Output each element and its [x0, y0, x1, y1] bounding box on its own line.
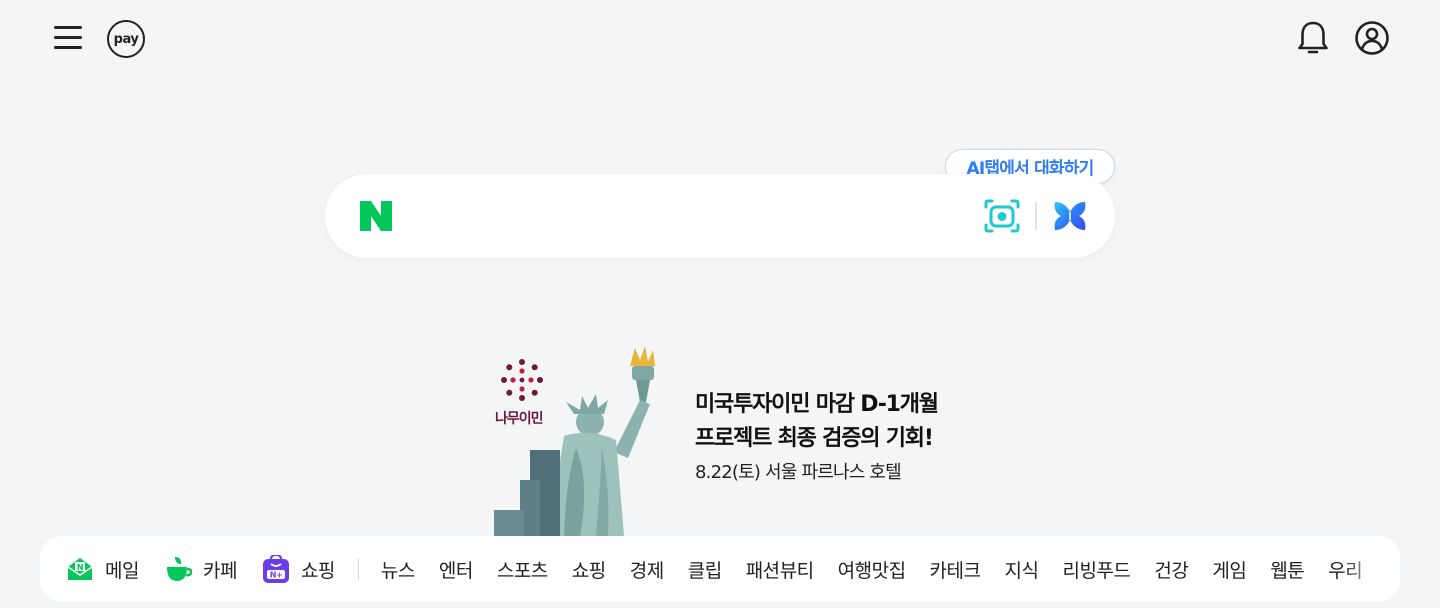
nav-shopping-label: 쇼핑 — [300, 559, 335, 582]
nav-category[interactable]: 리빙푸드 — [1062, 556, 1130, 583]
nav-shopping[interactable]: N+ 쇼핑 — [262, 553, 335, 583]
nav-category[interactable]: 경제 — [630, 556, 664, 583]
bell-icon[interactable] — [1294, 18, 1332, 58]
search-input[interactable] — [417, 196, 957, 236]
pay-button[interactable]: pay — [107, 20, 145, 58]
mail-icon: N — [66, 555, 94, 583]
nav-category[interactable]: 패션뷰티 — [746, 556, 814, 583]
ad-headline: 미국투자이민 마감 D-1개월 프로젝트 최종 검증의 기회! — [695, 388, 939, 456]
nav-cafe-label: 카페 — [202, 559, 237, 582]
nav-mail[interactable]: N 메일 — [66, 555, 139, 583]
account-circle-icon[interactable] — [1353, 19, 1391, 57]
brand-logo: 나무이민 — [490, 350, 560, 430]
search-box — [325, 174, 1115, 258]
nav-category[interactable]: 뉴스 — [381, 556, 415, 583]
ad-banner[interactable]: 나무이민 미국투자이민 마감 D-1개월 프로젝트 최종 검증의 기회! 8.2… — [490, 340, 960, 536]
ad-headline-line-1: 미국투자이민 마감 D-1개월 — [695, 392, 939, 417]
nav-category[interactable]: 엔터 — [439, 556, 473, 583]
search-divider — [1035, 202, 1037, 230]
nav-category[interactable]: 건강 — [1154, 556, 1188, 583]
nav-separator — [357, 558, 359, 580]
ad-subtext: 8.22(토) 서울 파르나스 호텔 — [695, 462, 902, 483]
cafe-cup-icon — [164, 555, 193, 583]
nav-category[interactable]: 지식 — [1005, 556, 1039, 583]
nav-category[interactable]: 카테크 — [930, 556, 981, 583]
nav-category[interactable]: 우리 — [1328, 556, 1362, 583]
nav-category[interactable]: 쇼핑 — [572, 556, 606, 583]
service-nav: N 메일 카페 N+ 쇼핑 뉴스 엔터 스포츠 쇼핑 경제 클립 패션뷰티 여행… — [40, 536, 1400, 602]
svg-text:N+: N+ — [270, 571, 282, 580]
nav-category[interactable]: 여행맛집 — [838, 556, 906, 583]
svg-text:N: N — [77, 563, 83, 572]
nav-category[interactable]: 클립 — [688, 556, 722, 583]
brand-name: 나무이민 — [495, 411, 544, 427]
shopping-bag-icon: N+ — [262, 553, 290, 583]
nav-category[interactable]: 스포츠 — [497, 556, 548, 583]
ad-headline-line-2: 프로젝트 최종 검증의 기회! — [695, 426, 934, 451]
nav-mail-label: 메일 — [105, 559, 139, 582]
hamburger-menu-icon[interactable] — [50, 22, 86, 54]
naver-home: pay AI탭에서 대화하기 나무이민 미국투자이민 마감 D-1개월 프로젝트… — [0, 0, 1440, 608]
ai-butterfly-icon[interactable] — [1051, 198, 1089, 234]
nav-category[interactable]: 게임 — [1212, 556, 1246, 583]
naver-logo-icon[interactable] — [358, 200, 394, 232]
camera-lens-icon[interactable] — [982, 196, 1022, 236]
nav-cafe[interactable]: 카페 — [164, 555, 237, 583]
nav-category[interactable]: 웹툰 — [1270, 556, 1304, 583]
